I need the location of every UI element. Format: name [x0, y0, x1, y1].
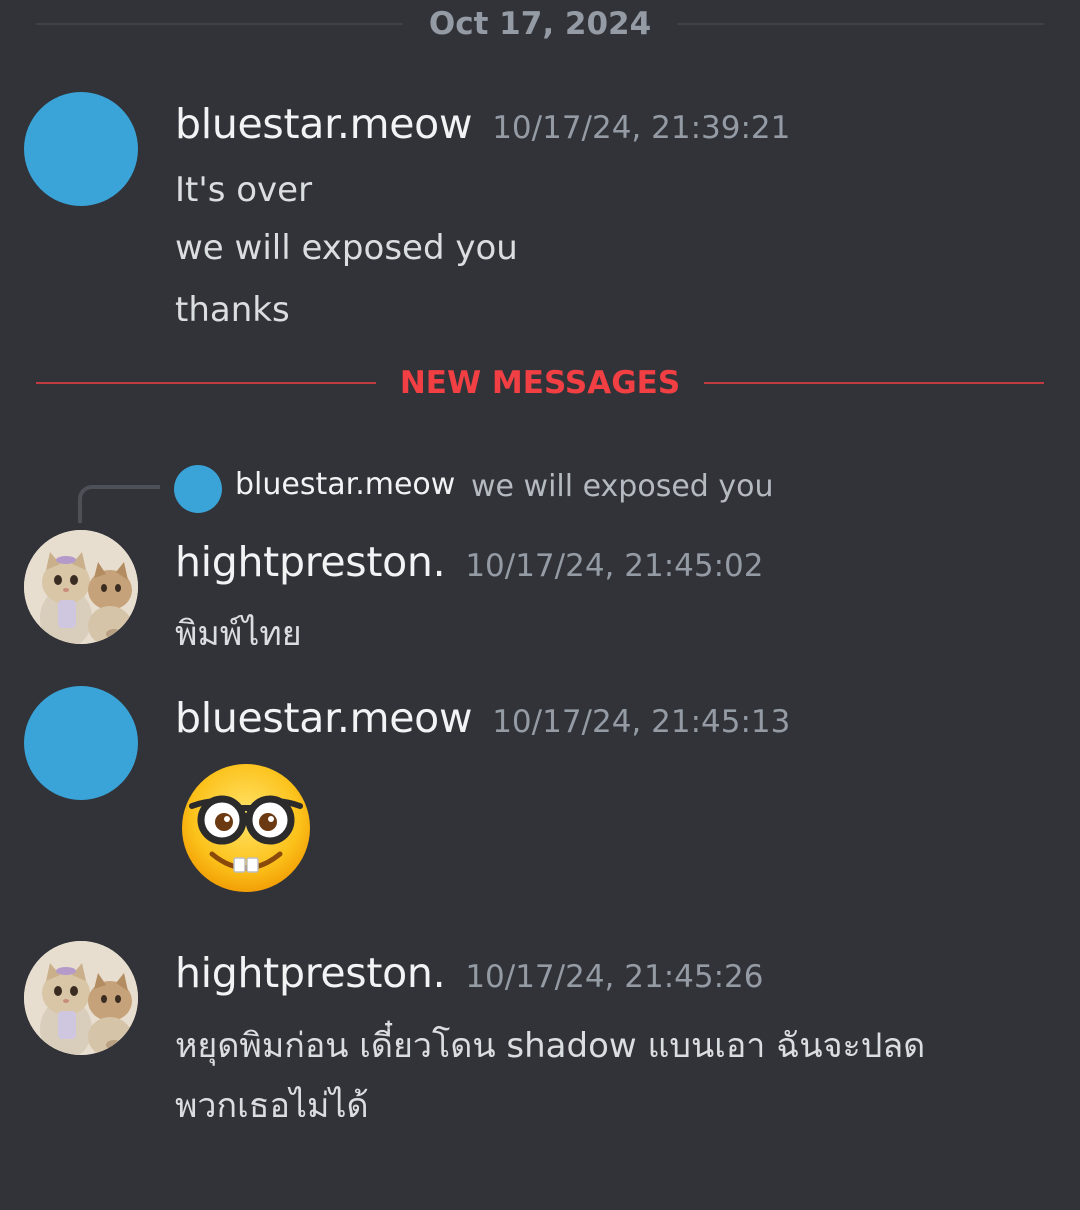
cats-avatar-image [24, 941, 138, 1055]
message-text: we will exposed you [175, 228, 518, 268]
message-text: thanks [175, 290, 290, 330]
message-text: หยุดพิมก่อน เดี๋ยวโดน shadow แบนเอา ฉันจ… [175, 1026, 926, 1066]
reply-avatar [174, 465, 222, 513]
new-messages-divider: NEW MESSAGES [36, 361, 1044, 405]
reply-reference[interactable]: bluestar.meow we will exposed you [0, 463, 1080, 523]
message-text: พวกเธอไม่ได้ [175, 1086, 369, 1126]
divider-line-left [36, 382, 376, 384]
divider-line-right [677, 23, 1045, 25]
new-messages-label: NEW MESSAGES [399, 365, 681, 401]
message-text: พิมพ์ไทย [175, 614, 302, 654]
timestamp: 10/17/24, 21:45:13 [492, 704, 791, 740]
cats-avatar-image [24, 530, 138, 644]
avatar[interactable] [24, 686, 138, 800]
nerd-face-emoji-icon[interactable] [178, 760, 314, 896]
reply-username[interactable]: bluestar.meow [235, 467, 455, 502]
username[interactable]: hightpreston. [175, 538, 446, 586]
username[interactable]: bluestar.meow [175, 100, 473, 148]
message-header: bluestar.meow 10/17/24, 21:45:13 [175, 694, 790, 742]
message-header: bluestar.meow 10/17/24, 21:39:21 [175, 100, 790, 148]
divider-line-right [704, 382, 1044, 384]
timestamp: 10/17/24, 21:39:21 [492, 110, 791, 146]
date-divider: Oct 17, 2024 [36, 2, 1045, 46]
reply-spine [78, 485, 160, 523]
username[interactable]: hightpreston. [175, 949, 446, 997]
reply-preview-text[interactable]: we will exposed you [471, 469, 773, 504]
message-header: hightpreston. 10/17/24, 21:45:02 [175, 538, 763, 586]
message-text: It's over [175, 170, 313, 210]
username[interactable]: bluestar.meow [175, 694, 473, 742]
timestamp: 10/17/24, 21:45:26 [465, 959, 764, 995]
chat-message-list[interactable]: Oct 17, 2024 bluestar.meow 10/17/24, 21:… [0, 0, 1080, 1210]
date-divider-label: Oct 17, 2024 [428, 6, 652, 42]
avatar[interactable] [24, 530, 138, 644]
message-header: hightpreston. 10/17/24, 21:45:26 [175, 949, 763, 997]
timestamp: 10/17/24, 21:45:02 [465, 548, 764, 584]
avatar[interactable] [24, 92, 138, 206]
avatar[interactable] [24, 941, 138, 1055]
divider-line-left [36, 23, 403, 25]
